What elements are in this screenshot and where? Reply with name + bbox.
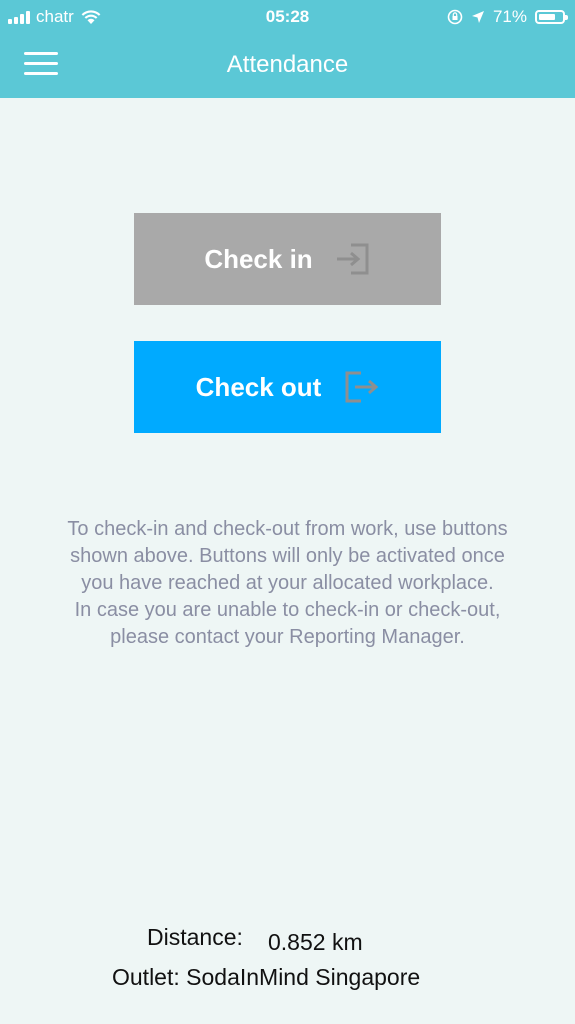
instructions-paragraph-1: To check-in and check-out from work, use… — [67, 518, 508, 594]
distance-label: Distance: — [147, 924, 243, 950]
check-out-label: Check out — [195, 371, 322, 402]
battery-icon — [535, 10, 568, 24]
logout-icon — [345, 371, 379, 403]
instructions-paragraph-2: In case you are unable to check-in or ch… — [74, 599, 501, 648]
battery-percent: 71% — [492, 7, 527, 26]
orientation-lock-icon — [447, 9, 463, 25]
instructions-text: To check-in and check-out from work, use… — [60, 516, 515, 651]
page-title: Attendance — [226, 51, 349, 78]
location-icon — [471, 11, 484, 23]
top-bar: chatr 05:28 71% Attendance — [0, 0, 575, 98]
status-bar: chatr 05:28 71% — [0, 0, 575, 34]
check-in-button[interactable]: Check in — [134, 213, 441, 305]
check-out-button[interactable]: Check out — [134, 341, 441, 433]
distance-value: 0.852 km — [268, 929, 363, 955]
status-right: 71% — [447, 7, 568, 27]
outlet-text: Outlet: SodaInMind Singapore — [112, 964, 421, 990]
battery-fill — [539, 14, 555, 20]
nav-bar: Attendance — [0, 34, 575, 98]
check-in-label: Check in — [204, 243, 313, 274]
login-icon — [336, 243, 369, 275]
